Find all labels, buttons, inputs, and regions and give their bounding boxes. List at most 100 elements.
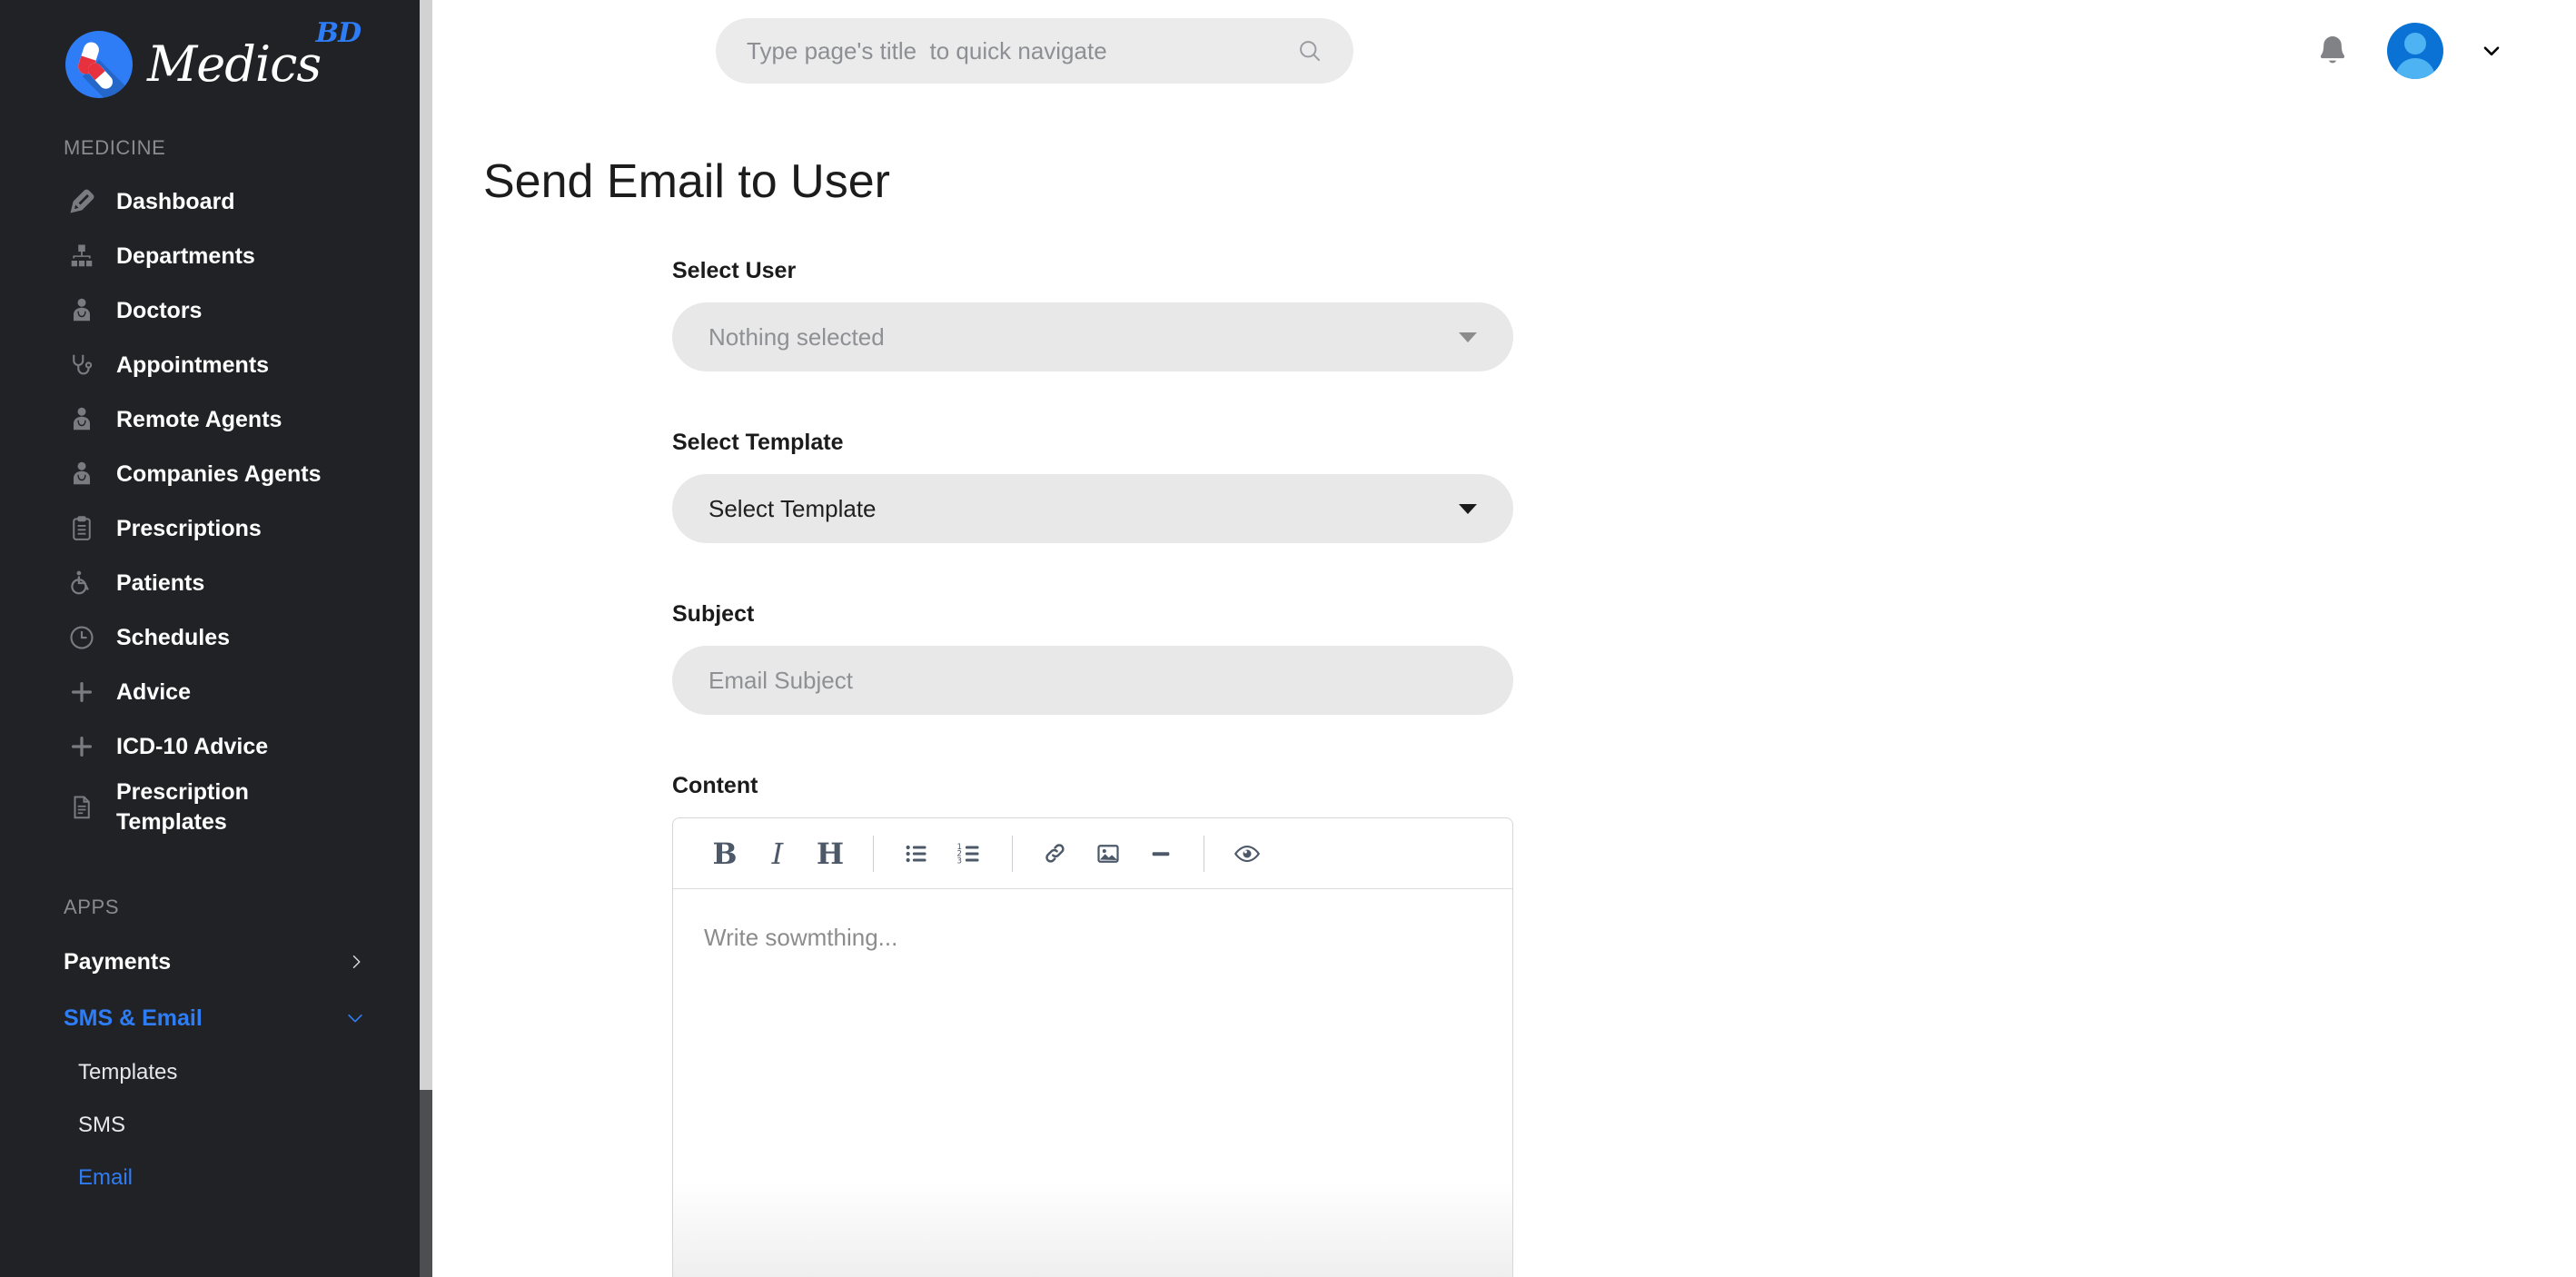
sidebar-item-label: Prescription Templates <box>116 779 249 835</box>
sidebar-item-prescriptions[interactable]: Prescriptions <box>0 501 420 556</box>
subject-placeholder: Email Subject <box>708 666 853 694</box>
bell-icon[interactable] <box>2314 33 2351 69</box>
subject-input[interactable]: Email Subject <box>672 646 1513 715</box>
numbered-list-icon[interactable]: 123 <box>943 827 996 880</box>
field-content: Content B I H 123 Write sowmthing... <box>672 773 1513 1277</box>
sidebar-item-schedules[interactable]: Schedules <box>0 610 420 665</box>
app-root: Medics BD MEDICINE Dashboard Departments <box>0 0 2576 1277</box>
sidebar-subitem-templates[interactable]: Templates <box>0 1046 420 1099</box>
field-select-template: Select Template Select Template <box>672 430 1513 543</box>
sidebar-section-medicine-label: MEDICINE <box>64 136 166 159</box>
select-user-label: Select User <box>672 258 797 283</box>
toolbar-divider <box>1012 835 1013 872</box>
sidebar-scrollbar-track[interactable] <box>420 0 432 1277</box>
sidebar-section-apps-label: APPS <box>64 896 120 918</box>
sidebar-group-label: Payments <box>64 948 172 975</box>
bold-icon[interactable]: B <box>698 827 751 880</box>
editor-content-area[interactable]: Write sowmthing... <box>673 889 1512 1277</box>
sidebar-group-payments[interactable]: Payments <box>0 934 420 990</box>
sidebar-item-appointments[interactable]: Appointments <box>0 338 420 392</box>
brand-name-text: Medics <box>147 35 322 93</box>
sidebar-item-patients[interactable]: Patients <box>0 556 420 610</box>
sidebar-subitem-label: SMS <box>78 1113 126 1137</box>
doctor-icon <box>64 460 100 488</box>
search-placeholder: Type page's title to quick navigate <box>747 36 1107 64</box>
sidebar-item-label: Companies Agents <box>116 460 322 487</box>
doctor-icon <box>64 406 100 433</box>
select-user-dropdown[interactable]: Nothing selected <box>672 302 1513 371</box>
sidebar-item-label: Remote Agents <box>116 406 282 432</box>
sidebar-item-icd-10-advice[interactable]: ICD-10 Advice <box>0 719 420 774</box>
sidebar-item-dashboard[interactable]: Dashboard <box>0 174 420 229</box>
sidebar-group-label: SMS & Email <box>64 1005 203 1031</box>
chevron-down-icon <box>345 1008 365 1028</box>
main-content: Type page's title to quick navigate Send… <box>432 0 2576 1277</box>
send-email-form: Select User Nothing selected Select Temp… <box>432 258 1513 1277</box>
select-user-value: Nothing selected <box>708 322 885 351</box>
editor-placeholder: Write sowmthing... <box>704 924 898 951</box>
sidebar-item-departments[interactable]: Departments <box>0 229 420 283</box>
svg-text:3: 3 <box>956 856 962 866</box>
heading-icon[interactable]: H <box>804 827 857 880</box>
sidebar-item-label: Departments <box>116 243 255 269</box>
sidebar-subitem-email[interactable]: Email <box>0 1152 420 1204</box>
sidebar-content: Medics BD MEDICINE Dashboard Departments <box>0 0 420 1277</box>
editor-toolbar: B I H 123 <box>673 818 1512 889</box>
sidebar: Medics BD MEDICINE Dashboard Departments <box>0 0 432 1277</box>
topbar-actions <box>2314 23 2525 79</box>
plus-icon <box>64 733 100 760</box>
field-subject: Subject Email Subject <box>672 601 1513 715</box>
chevron-down-icon[interactable] <box>2480 39 2503 63</box>
page-title: Send Email to User <box>483 155 890 208</box>
user-avatar-icon[interactable] <box>2387 23 2443 79</box>
sidebar-item-label: Doctors <box>116 297 203 323</box>
doctor-icon <box>64 297 100 324</box>
subject-label: Subject <box>672 601 755 627</box>
sidebar-scrollbar-thumb[interactable] <box>420 0 432 1090</box>
stethoscope-icon <box>64 351 100 379</box>
search-input[interactable]: Type page's title to quick navigate <box>716 18 1353 84</box>
preview-eye-icon[interactable] <box>1221 827 1273 880</box>
italic-icon[interactable]: I <box>751 827 804 880</box>
bullet-list-icon[interactable] <box>890 827 943 880</box>
org-chart-icon <box>64 243 100 270</box>
sidebar-item-label: Dashboard <box>116 188 235 214</box>
caret-down-icon <box>1459 503 1477 514</box>
pill-capsules-icon <box>65 31 133 98</box>
sidebar-item-label: Advice <box>116 678 191 705</box>
chevron-right-icon <box>347 953 365 971</box>
plus-icon <box>64 678 100 706</box>
sidebar-item-advice[interactable]: Advice <box>0 665 420 719</box>
sidebar-item-remote-agents[interactable]: Remote Agents <box>0 392 420 447</box>
sidebar-item-label: Appointments <box>116 351 270 378</box>
content-label: Content <box>672 773 758 798</box>
select-template-value: Select Template <box>708 494 877 522</box>
horizontal-rule-icon[interactable] <box>1134 827 1187 880</box>
sidebar-item-label: Schedules <box>116 624 231 650</box>
brand-name: Medics BD <box>147 20 362 89</box>
topbar: Type page's title to quick navigate <box>432 0 2576 102</box>
field-select-user: Select User Nothing selected <box>672 258 1513 371</box>
select-template-label: Select Template <box>672 430 844 455</box>
brand-logo[interactable]: Medics BD <box>0 0 420 109</box>
sidebar-item-label: ICD-10 Advice <box>116 733 269 759</box>
sidebar-item-label: Patients <box>116 569 205 596</box>
link-icon[interactable] <box>1029 827 1082 880</box>
sidebar-subitem-sms[interactable]: SMS <box>0 1099 420 1152</box>
sidebar-item-prescription-templates[interactable]: Prescription Templates <box>0 774 420 841</box>
sidebar-item-label: Prescriptions <box>116 515 262 541</box>
sidebar-item-doctors[interactable]: Doctors <box>0 283 420 338</box>
brand-superscript: BD <box>315 17 362 49</box>
select-template-dropdown[interactable]: Select Template <box>672 474 1513 543</box>
caret-down-icon <box>1459 332 1477 342</box>
thermometer-icon <box>64 188 100 215</box>
editor-bottom-fade <box>673 1182 1512 1277</box>
rich-text-editor: B I H 123 Write sowmthing... <box>672 817 1513 1277</box>
search-icon[interactable] <box>1297 38 1323 64</box>
toolbar-divider <box>873 835 874 872</box>
wheelchair-icon <box>64 569 100 597</box>
sidebar-group-sms-email[interactable]: SMS & Email <box>0 990 420 1046</box>
image-icon[interactable] <box>1082 827 1134 880</box>
document-lines-icon <box>64 794 100 821</box>
sidebar-item-companies-agents[interactable]: Companies Agents <box>0 447 420 501</box>
